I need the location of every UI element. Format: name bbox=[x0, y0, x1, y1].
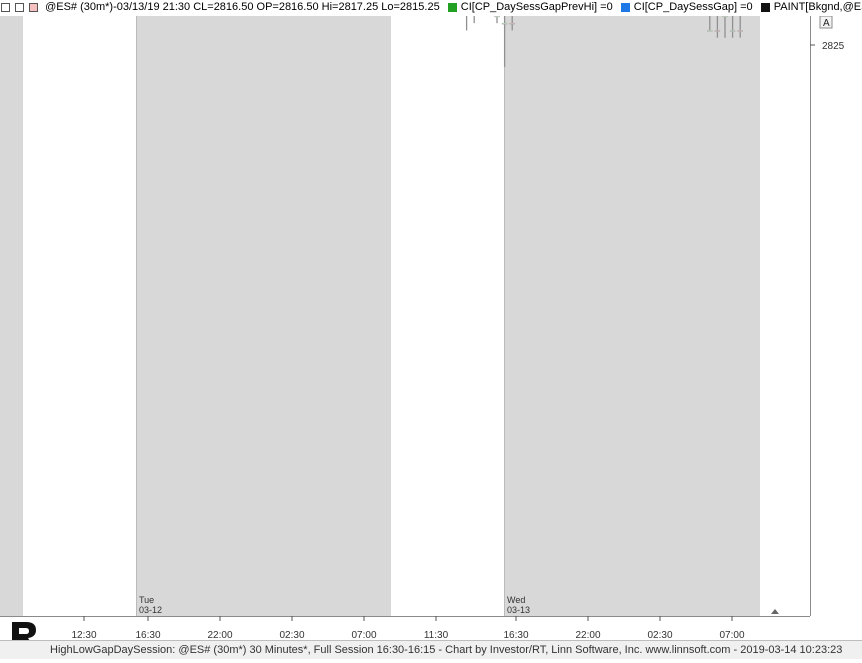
time-tick-label: 07:00 bbox=[719, 630, 744, 640]
indicator-color-icon bbox=[620, 2, 630, 12]
price-tick-label: 2825 bbox=[822, 41, 845, 52]
time-tick-label: 11:30 bbox=[424, 630, 449, 640]
candle-body bbox=[509, 22, 515, 25]
time-tick-label: 02:30 bbox=[647, 630, 672, 640]
time-tick-label: 22:00 bbox=[575, 630, 600, 640]
candle-body bbox=[722, 16, 728, 18]
status-text: HighLowGapDaySession: @ES# (30m*) 30 Min… bbox=[50, 644, 843, 656]
window-icon[interactable] bbox=[1, 2, 10, 12]
candle-body bbox=[729, 30, 736, 32]
symbol-ohlc-label[interactable]: @ES# (30m*)-03/13/19 21:30 CL=2816.50 OP… bbox=[45, 1, 440, 13]
time-tick-label: 16:30 bbox=[135, 630, 160, 640]
session-shade bbox=[0, 16, 23, 616]
time-tick-label: 16:30 bbox=[503, 630, 528, 640]
candle-body bbox=[494, 16, 500, 18]
auto-scale-button-label: A bbox=[823, 18, 830, 29]
time-tick-label: 07:00 bbox=[351, 630, 376, 640]
time-tick-label: 12:30 bbox=[71, 630, 96, 640]
indicator-gap-label[interactable]: CI[CP_DaySessGap] =0 bbox=[634, 1, 753, 13]
time-tick-label: 02:30 bbox=[279, 630, 304, 640]
price-axis-bg bbox=[810, 16, 862, 640]
candle-body bbox=[501, 22, 508, 25]
indicator-gap-prev-hi-label[interactable]: CI[CP_DaySessGapPrevHi] =0 bbox=[461, 1, 613, 13]
indicator-paint-label[interactable]: PAINT[Bkgnd,@ES# (30m bbox=[774, 1, 862, 13]
window-icon[interactable] bbox=[15, 2, 24, 12]
session-shade bbox=[136, 16, 391, 616]
indicator-color-icon bbox=[760, 2, 770, 12]
candle-body bbox=[737, 30, 743, 32]
status-bar: HighLowGapDaySession: @ES# (30m*) 30 Min… bbox=[0, 640, 862, 659]
price-chart[interactable]: 279027952800280528102815282028252812.75A… bbox=[0, 16, 862, 640]
time-tick-label: 22:00 bbox=[207, 630, 232, 640]
session-shade bbox=[504, 16, 760, 616]
day-marker-date: 03-12 bbox=[139, 605, 162, 615]
chart-header: @ES# (30m*)-03/13/19 21:30 CL=2816.50 OP… bbox=[0, 0, 862, 16]
day-marker-date: 03-13 bbox=[507, 605, 530, 615]
candle-body bbox=[714, 30, 721, 32]
series-color-icon bbox=[29, 2, 38, 12]
scroll-end-triangle bbox=[771, 609, 779, 614]
day-marker-label: Tue bbox=[139, 595, 154, 605]
indicator-color-icon bbox=[447, 2, 457, 12]
candle-body bbox=[707, 30, 713, 32]
day-marker-label: Wed bbox=[507, 595, 525, 605]
